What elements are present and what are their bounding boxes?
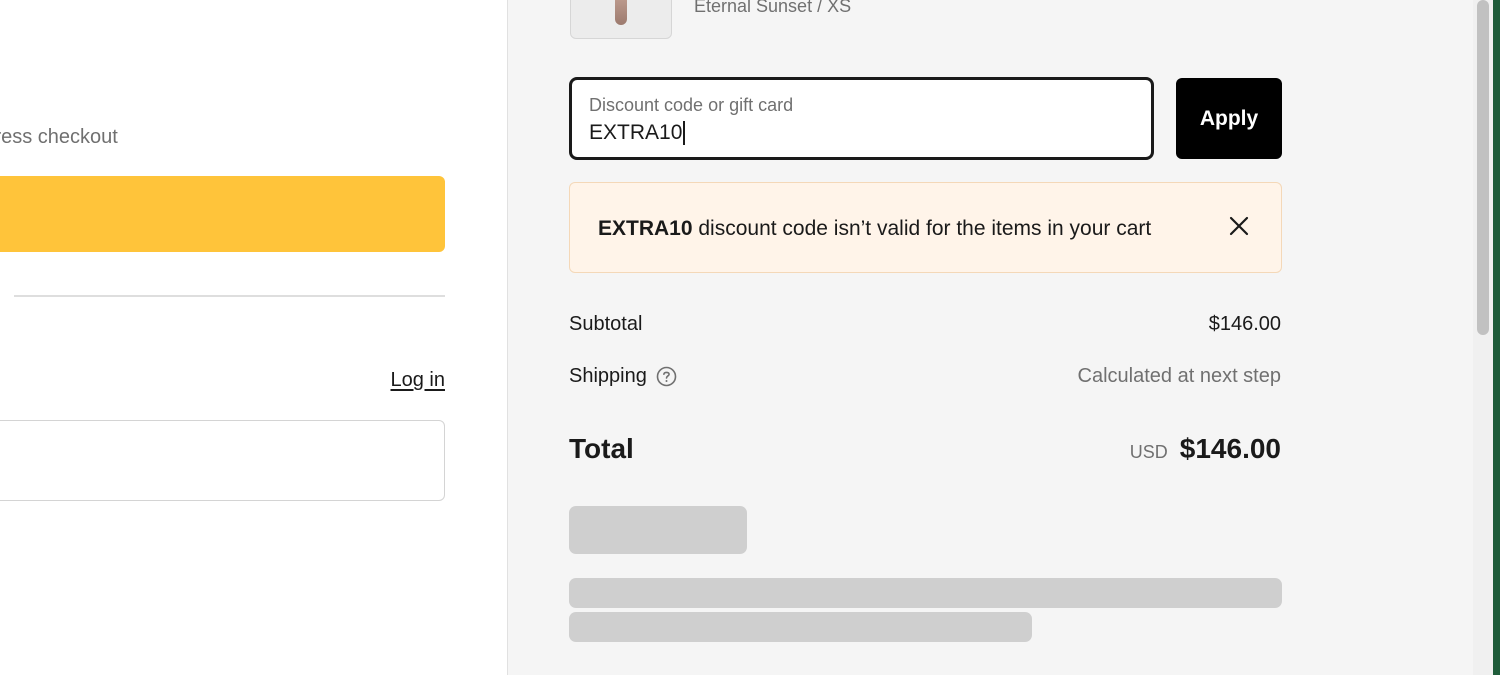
express-checkout-label: Express checkout bbox=[0, 126, 118, 148]
help-icon[interactable] bbox=[656, 366, 677, 387]
discount-input-value[interactable]: EXTRA10 bbox=[589, 121, 686, 145]
product-image bbox=[615, 0, 627, 25]
discount-error-text: discount code isn’t valid for the items … bbox=[692, 217, 1152, 240]
product-variant: Eternal Sunset / XS bbox=[694, 0, 852, 16]
loading-skeleton bbox=[569, 612, 1032, 642]
loading-skeleton bbox=[569, 506, 747, 554]
apply-button[interactable]: Apply bbox=[1176, 78, 1282, 159]
discount-input[interactable]: Discount code or gift card EXTRA10 bbox=[569, 77, 1154, 160]
checkout-page: Express checkout Log in Eternal Sunset /… bbox=[0, 0, 1500, 675]
loading-skeleton bbox=[569, 578, 1282, 608]
subtotal-label: Subtotal bbox=[569, 313, 643, 335]
discount-error-message: EXTRA10 discount code isn’t valid for th… bbox=[598, 217, 1151, 241]
discount-error-alert: EXTRA10 discount code isn’t valid for th… bbox=[569, 182, 1282, 273]
product-thumbnail bbox=[570, 0, 672, 39]
login-link[interactable]: Log in bbox=[391, 369, 446, 392]
order-summary: Eternal Sunset / XS Discount code or gif… bbox=[507, 0, 1473, 675]
discount-input-label: Discount code or gift card bbox=[589, 95, 794, 115]
divider bbox=[14, 295, 445, 297]
shipping-row-label: Shipping bbox=[569, 365, 677, 388]
contact-pane: Express checkout Log in bbox=[0, 0, 507, 675]
email-field[interactable] bbox=[0, 420, 445, 501]
total-label: Total bbox=[569, 433, 634, 464]
express-pay-button[interactable] bbox=[0, 176, 445, 252]
discount-error-code: EXTRA10 bbox=[598, 217, 693, 240]
close-icon[interactable] bbox=[1228, 215, 1250, 237]
scrollbar[interactable] bbox=[1473, 0, 1493, 675]
total-value: USD $146.00 bbox=[1130, 433, 1281, 465]
total-amount: $146.00 bbox=[1179, 433, 1281, 464]
shipping-value: Calculated at next step bbox=[1077, 365, 1281, 387]
total-currency: USD bbox=[1129, 442, 1168, 462]
shipping-label: Shipping bbox=[569, 365, 647, 387]
scrollbar-thumb[interactable] bbox=[1477, 0, 1489, 335]
window-edge bbox=[1493, 0, 1500, 675]
subtotal-value: $146.00 bbox=[1208, 313, 1281, 335]
